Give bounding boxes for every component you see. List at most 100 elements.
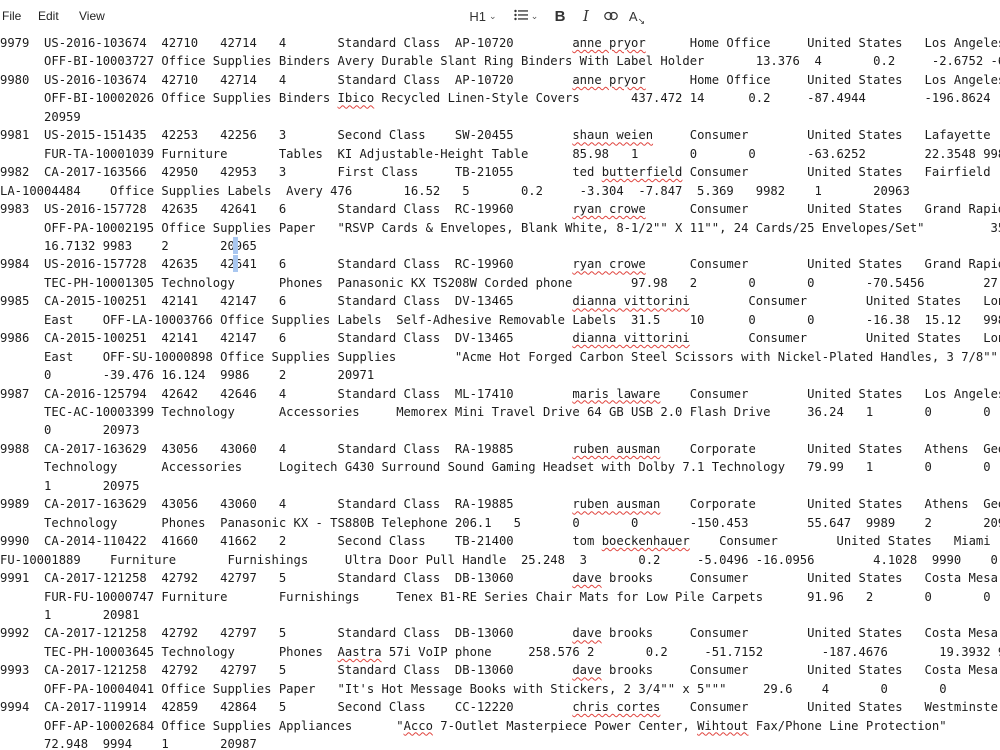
italic-label: I — [583, 7, 589, 25]
line-text: brooks Consumer United States Costa Mesa… — [609, 626, 998, 641]
document-line[interactable]: 9985 CA-2015-100251 42141 42147 6 Standa… — [0, 292, 1000, 310]
line-text: 9993 CA-2017-121258 42792 42797 5 Standa… — [0, 663, 573, 678]
document-line[interactable]: TEC-PH-10001305 Technology Phones Panaso… — [0, 274, 1000, 292]
misspelled-word: ruben ausman — [572, 497, 661, 512]
line-text: TEC-PH-10003645 Technology Phones — [0, 644, 338, 659]
line-text: 9983 US-2016-157728 42635 42641 6 Standa… — [0, 202, 573, 217]
document-line[interactable]: 9989 CA-2017-163629 43056 43060 4 Standa… — [0, 495, 1000, 513]
misspelled-word: ruben ausman — [572, 441, 661, 456]
line-text: Consumer United States Grand Rapids Mich… — [689, 202, 1000, 217]
document-line[interactable]: 9983 US-2016-157728 42635 42641 6 Standa… — [0, 200, 1000, 218]
document-line[interactable]: 9994 CA-2017-119914 42859 42864 5 Second… — [0, 698, 1000, 716]
document-line[interactable]: 9993 CA-2017-121258 42792 42797 5 Standa… — [0, 661, 1000, 679]
line-text: 9985 CA-2015-100251 42141 42147 6 Standa… — [0, 294, 573, 309]
document-line[interactable]: Technology Accessories Logitech G430 Sur… — [0, 458, 1000, 476]
document-line[interactable]: TEC-PH-10003645 Technology Phones Aastra… — [0, 643, 1000, 661]
document-line[interactable]: OFF-AP-10002684 Office Supplies Applianc… — [0, 717, 1000, 735]
document-line[interactable]: FUR-TA-10001039 Furniture Tables KI Adju… — [0, 145, 1000, 163]
document-line[interactable]: 9991 CA-2017-121258 42792 42797 5 Standa… — [0, 569, 1000, 587]
text-cursor — [233, 236, 238, 254]
misspelled-word: dave — [572, 571, 602, 586]
menu-edit[interactable]: Edit — [38, 9, 59, 23]
document-line[interactable]: 9980 US-2016-103674 42710 42714 4 Standa… — [0, 71, 1000, 89]
line-text: FUR-FU-10000747 Furniture Furnishings Te… — [0, 589, 1000, 604]
line-text: TEC-AC-10003399 Technology Accessories M… — [0, 405, 1000, 419]
document-line[interactable]: OFF-BI-10003727 Office Supplies Binders … — [0, 52, 1000, 70]
document-line[interactable]: 9981 US-2015-151435 42253 42256 3 Second… — [0, 126, 1000, 144]
document-line[interactable]: 20959 — [0, 108, 81, 126]
line-text: OFF-BI-10003727 Office Supplies Binders … — [44, 54, 1000, 69]
line-text: Technology Accessories Logitech G430 Sur… — [0, 460, 1000, 475]
line-text: Corporate United States Athens Georgia 3… — [689, 441, 1000, 456]
line-text: 16.7132 9983 2 20965 — [0, 238, 257, 253]
misspelled-word: shaun weien — [572, 128, 654, 143]
document-line[interactable]: 9986 CA-2015-100251 42141 42147 6 Standa… — [0, 329, 1000, 347]
document-line[interactable]: 9992 CA-2017-121258 42792 42797 5 Standa… — [0, 624, 1000, 642]
misspelled-word: ryan crowe — [572, 202, 646, 217]
line-text: Consumer United States Fairfield Ohio 45… — [689, 165, 991, 180]
line-text: 9989 CA-2017-163629 43056 43060 4 Standa… — [0, 497, 573, 512]
line-text: Recycled Linen-Style Covers 437.472 14 0… — [381, 91, 991, 106]
document-editor[interactable]: 9979 US-2016-103674 42710 42714 4 Standa… — [0, 32, 1000, 750]
misspelled-word: Wihtout — [697, 718, 749, 733]
document-line[interactable]: 1 20981 — [0, 606, 139, 624]
clear-format-label: A — [628, 8, 638, 24]
document-line[interactable]: 1 20975 — [0, 477, 139, 495]
line-text: Consumer United States Long Beach New Yo… — [748, 331, 1000, 346]
line-text: 9981 US-2015-151435 42253 42256 3 Second… — [0, 128, 573, 143]
line-text: Home Office United States Los Angeles Ca… — [689, 72, 1000, 87]
document-line[interactable]: East OFF-SU-10000898 Office Supplies Sup… — [0, 348, 1000, 366]
document-line[interactable]: OFF-PA-10004041 Office Supplies Paper "I… — [0, 680, 1000, 698]
menu-file[interactable]: File — [2, 9, 21, 23]
clear-format-button[interactable]: A↘ — [628, 7, 646, 26]
line-text: 9982 CA-2017-163566 42950 42953 3 First … — [0, 165, 602, 180]
menu-toolbar-bar: File Edit View H1 ⌄ ⌄ B I A↘ — [0, 0, 1000, 32]
document-line[interactable]: LA-10004484 Office Supplies Labels Avery… — [0, 182, 910, 200]
line-text: 9986 CA-2015-100251 42141 42147 6 Standa… — [0, 331, 573, 346]
chevron-down-icon: ⌄ — [530, 10, 539, 21]
document-line[interactable]: 0 20973 — [0, 421, 139, 439]
document-line[interactable]: Technology Phones Panasonic KX - TS880B … — [0, 514, 1000, 532]
document-line[interactable]: FUR-FU-10000747 Furniture Furnishings Te… — [0, 588, 1000, 606]
document-line[interactable]: 9990 CA-2014-110422 41660 41662 2 Second… — [0, 532, 1000, 550]
document-line[interactable]: OFF-BI-10002026 Office Supplies Binders … — [0, 89, 1000, 107]
document-line[interactable]: 0 -39.476 16.124 9986 2 20971 — [0, 366, 374, 384]
line-text: Fax/Phone Line Protection" 243.16 2 0 — [755, 718, 947, 733]
line-text: brooks Consumer United States Costa Mesa… — [609, 571, 998, 586]
document-line[interactable]: East OFF-LA-10003766 Office Supplies Lab… — [0, 311, 1000, 329]
line-text: Technology Phones Panasonic KX - TS880B … — [0, 515, 1000, 530]
document-line[interactable]: OFF-PA-10002195 Office Supplies Paper "R… — [0, 219, 1000, 237]
document-line[interactable]: 16.7132 9983 2 20965 — [0, 237, 257, 255]
list-icon — [514, 9, 528, 24]
misspelled-word: dave — [572, 663, 602, 678]
line-text: OFF-AP-10002684 Office Supplies Applianc… — [0, 718, 404, 733]
link-button[interactable] — [602, 7, 620, 25]
line-text: 9984 US-2016-157728 42635 42641 6 Standa… — [0, 257, 573, 272]
italic-button[interactable]: I — [578, 7, 594, 25]
heading-dropdown[interactable]: H1 ⌄ — [466, 7, 500, 25]
document-line[interactable]: 9988 CA-2017-163629 43056 43060 4 Standa… — [0, 440, 1000, 458]
misspelled-word: butterfield — [601, 165, 683, 180]
misspelled-word: anne pryor — [572, 36, 646, 50]
menu-view[interactable]: View — [79, 9, 105, 23]
document-line[interactable]: TEC-AC-10003399 Technology Accessories M… — [0, 403, 1000, 421]
document-line[interactable]: 9987 CA-2016-125794 42642 42646 4 Standa… — [0, 385, 1000, 403]
document-line[interactable]: 72.948 9994 1 20987 — [0, 735, 257, 750]
line-text: 0 -39.476 16.124 9986 2 20971 — [0, 368, 375, 383]
list-dropdown[interactable]: ⌄ — [510, 7, 542, 25]
heading-label: H1 — [469, 8, 487, 24]
line-text: Consumer United States Westminster Calif… — [689, 700, 1000, 715]
line-text: 9987 CA-2016-125794 42642 42646 4 Standa… — [0, 386, 573, 401]
document-line[interactable]: FU-10001889 Furniture Furnishings Ultra … — [0, 551, 1000, 569]
line-text: 9990 CA-2014-110422 41660 41662 2 Second… — [0, 534, 602, 549]
line-text: Home Office United States Los Angeles Ca… — [689, 36, 1000, 50]
misspelled-word: chris cortes — [572, 700, 661, 715]
document-line[interactable]: 9979 US-2016-103674 42710 42714 4 Standa… — [0, 34, 1000, 52]
link-icon — [604, 9, 618, 24]
document-line[interactable]: 9982 CA-2017-163566 42950 42953 3 First … — [0, 163, 1000, 181]
line-text: OFF-BI-10002026 Office Supplies Binders — [0, 91, 338, 106]
line-text: 9980 US-2016-103674 42710 42714 4 Standa… — [0, 72, 573, 87]
line-text: East OFF-LA-10003766 Office Supplies Lab… — [44, 312, 1000, 327]
document-line[interactable]: 9984 US-2016-157728 42635 42641 6 Standa… — [0, 255, 1000, 273]
bold-button[interactable]: B — [552, 7, 568, 25]
